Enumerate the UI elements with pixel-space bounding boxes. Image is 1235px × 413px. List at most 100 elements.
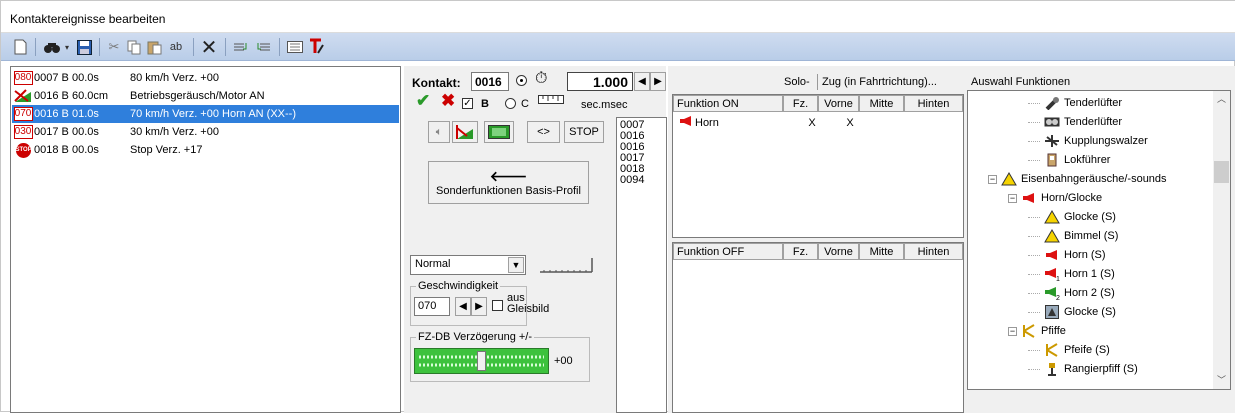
tree-connector [1028, 368, 1040, 370]
col-vorne[interactable]: Vorne [818, 243, 859, 260]
confirm-icon[interactable]: ✔ [416, 91, 430, 111]
list-item[interactable]: 080 0007 B 00.0s 80 km/h Verz. +00 [12, 69, 399, 87]
tree-item[interactable]: Glocke (S) [1028, 208, 1116, 226]
speed-ramp-button[interactable] [452, 121, 478, 143]
fz-db-slider-thumb[interactable] [477, 351, 486, 371]
scroll-up-icon[interactable]: ︿ [1213, 91, 1230, 108]
event-list[interactable]: 080 0007 B 00.0s 80 km/h Verz. +00 0016 B 60.… [10, 66, 401, 413]
list-item[interactable]: STOP 0018 B 00.0s Stop Verz. +17 [12, 141, 399, 159]
time-mode-radio[interactable] [516, 75, 527, 86]
save-icon[interactable] [75, 37, 93, 57]
function-tree[interactable]: Tenderlüfter Tenderlüfter Kupplungswalzer L… [967, 90, 1231, 390]
event-contact: 0007 B [34, 72, 69, 84]
insert-before-icon[interactable] [231, 37, 251, 57]
aus-gleisbild-label: aus Gleisbild [507, 292, 550, 315]
tree-item-label: Horn 2 (S) [1064, 287, 1115, 299]
col-funktion-off[interactable]: Funktion OFF [673, 243, 783, 260]
stop-button[interactable]: STOP [564, 121, 604, 143]
tree-item[interactable]: Tenderlüfter [1028, 94, 1122, 112]
mode-value: Normal [415, 258, 451, 270]
aus-gleisbild-checkbox[interactable] [492, 300, 503, 311]
delete-icon[interactable]: ✕ [199, 37, 219, 59]
list-item[interactable]: 070 0016 B 01.0s 70 km/h Verz. +00 Horn AN … [12, 105, 399, 123]
tree-connector [1028, 121, 1040, 123]
cancel-icon[interactable]: ✖ [441, 91, 455, 111]
col-mitte[interactable]: Mitte [859, 243, 904, 260]
col-fz[interactable]: Fz. [783, 95, 818, 112]
tree-item[interactable]: Bimmel (S) [1028, 227, 1118, 245]
tree-item[interactable]: Glocke (S) [1028, 303, 1116, 321]
tree-title: Auswahl Funktionen [971, 76, 1071, 88]
bell-box-icon [1043, 304, 1061, 320]
contact-number-list[interactable]: 0007 0016 0016 0017 0018 0094 [616, 117, 667, 413]
time-increase-button[interactable]: ▶ [650, 72, 666, 91]
kontakt-label: Kontakt: [412, 76, 461, 90]
properties-icon[interactable] [285, 37, 305, 57]
scroll-thumb[interactable] [1214, 161, 1229, 183]
cut-icon[interactable]: ✂ [105, 37, 123, 57]
scroll-down-icon[interactable]: ﹀ [1213, 372, 1230, 389]
function-on-table: Funktion ON Fz. Vorne Mitte Hinten Horn … [672, 94, 964, 238]
b-checkbox[interactable]: ✓ [462, 98, 473, 109]
tree-item[interactable]: 2 Horn 2 (S) [1028, 284, 1115, 302]
time-decrease-button[interactable]: ◀ [634, 72, 650, 91]
new-document-icon[interactable] [11, 37, 29, 57]
tree-scrollbar[interactable]: ︿ ﹀ [1213, 91, 1230, 389]
speed-increase-button[interactable]: ▶ [471, 297, 487, 316]
kontakt-input[interactable]: 0016 [471, 72, 509, 91]
sound-button[interactable]: 🔈︎ [428, 121, 450, 143]
collapse-icon[interactable]: − [988, 174, 997, 184]
list-item[interactable]: 030 0017 B 00.0s 30 km/h Verz. +00 [12, 123, 399, 141]
tree-item[interactable]: Rangierpfiff (S) [1028, 360, 1138, 378]
find-icon[interactable] [41, 37, 63, 57]
toolbar-separator [35, 38, 36, 56]
mode-slider[interactable] [538, 256, 596, 276]
tree-item[interactable]: − Pfiffe [1008, 322, 1066, 340]
tree-item[interactable]: − Eisenbahngeräusche/-sounds [988, 170, 1167, 188]
speed-decrease-button[interactable]: ◀ [455, 297, 471, 316]
title-bar: Kontaktereignisse bearbeiten [1, 1, 1235, 33]
duplicate-icon[interactable]: ab [165, 37, 187, 57]
event-contact: 0017 B [34, 126, 69, 138]
fz-db-slider[interactable] [414, 348, 549, 374]
c-radio[interactable] [505, 98, 516, 109]
mode-select[interactable]: Normal ▼ [410, 255, 526, 275]
col-mitte[interactable]: Mitte [859, 95, 904, 112]
arrows-button[interactable]: <> [527, 121, 560, 143]
function-button[interactable] [484, 121, 514, 143]
tender-fan-2-icon [1043, 114, 1061, 130]
collapse-icon[interactable]: − [1008, 193, 1017, 203]
geschwindigkeit-label: Geschwindigkeit [416, 280, 501, 292]
paste-icon[interactable] [145, 37, 163, 57]
collapse-icon[interactable]: − [1008, 326, 1017, 336]
col-vorne[interactable]: Vorne [818, 95, 859, 112]
tree-item[interactable]: Horn (S) [1028, 246, 1106, 264]
geschwindigkeit-input[interactable]: 070 [414, 297, 450, 316]
speed-070-icon: 070 [13, 106, 33, 122]
tree-item[interactable]: Tenderlüfter [1028, 113, 1122, 131]
insert-after-icon[interactable] [253, 37, 273, 57]
col-funktion-on[interactable]: Funktion ON [673, 95, 783, 112]
tree-item[interactable]: 1 Horn 1 (S) [1028, 265, 1115, 283]
contact-number-item[interactable]: 0094 [620, 175, 666, 186]
col-hinten[interactable]: Hinten [904, 95, 963, 112]
time-input[interactable]: 1.000 [567, 72, 633, 91]
tree-item[interactable]: − Horn/Glocke [1008, 189, 1102, 207]
tree-item[interactable]: Lokführer [1028, 151, 1110, 169]
sonderfunktionen-button[interactable]: 🡐 Sonderfunktionen Basis-Profil [428, 161, 589, 204]
col-fz[interactable]: Fz. [783, 243, 818, 260]
toolbar: ▾ ✂ ab ✕ [1, 33, 1235, 61]
tree-item[interactable]: Kupplungswalzer [1028, 132, 1148, 150]
tree-item[interactable]: Pfeife (S) [1028, 341, 1110, 359]
event-desc: Betriebsgeräusch/Motor AN [130, 90, 265, 102]
list-item[interactable]: 0016 B 60.0cm Betriebsgeräusch/Motor AN [12, 87, 399, 105]
geschwindigkeit-group: Geschwindigkeit 070 ◀ ▶ aus Gleisbild [410, 280, 549, 326]
col-hinten[interactable]: Hinten [904, 243, 963, 260]
ruler-icon [538, 93, 564, 108]
find-dropdown-icon[interactable]: ▾ [63, 37, 71, 57]
table-row[interactable]: Horn X X [673, 114, 963, 131]
tree-connector [1028, 311, 1040, 313]
filter-icon[interactable] [307, 37, 327, 57]
copy-icon[interactable] [125, 37, 143, 57]
tree-connector [1028, 102, 1040, 104]
